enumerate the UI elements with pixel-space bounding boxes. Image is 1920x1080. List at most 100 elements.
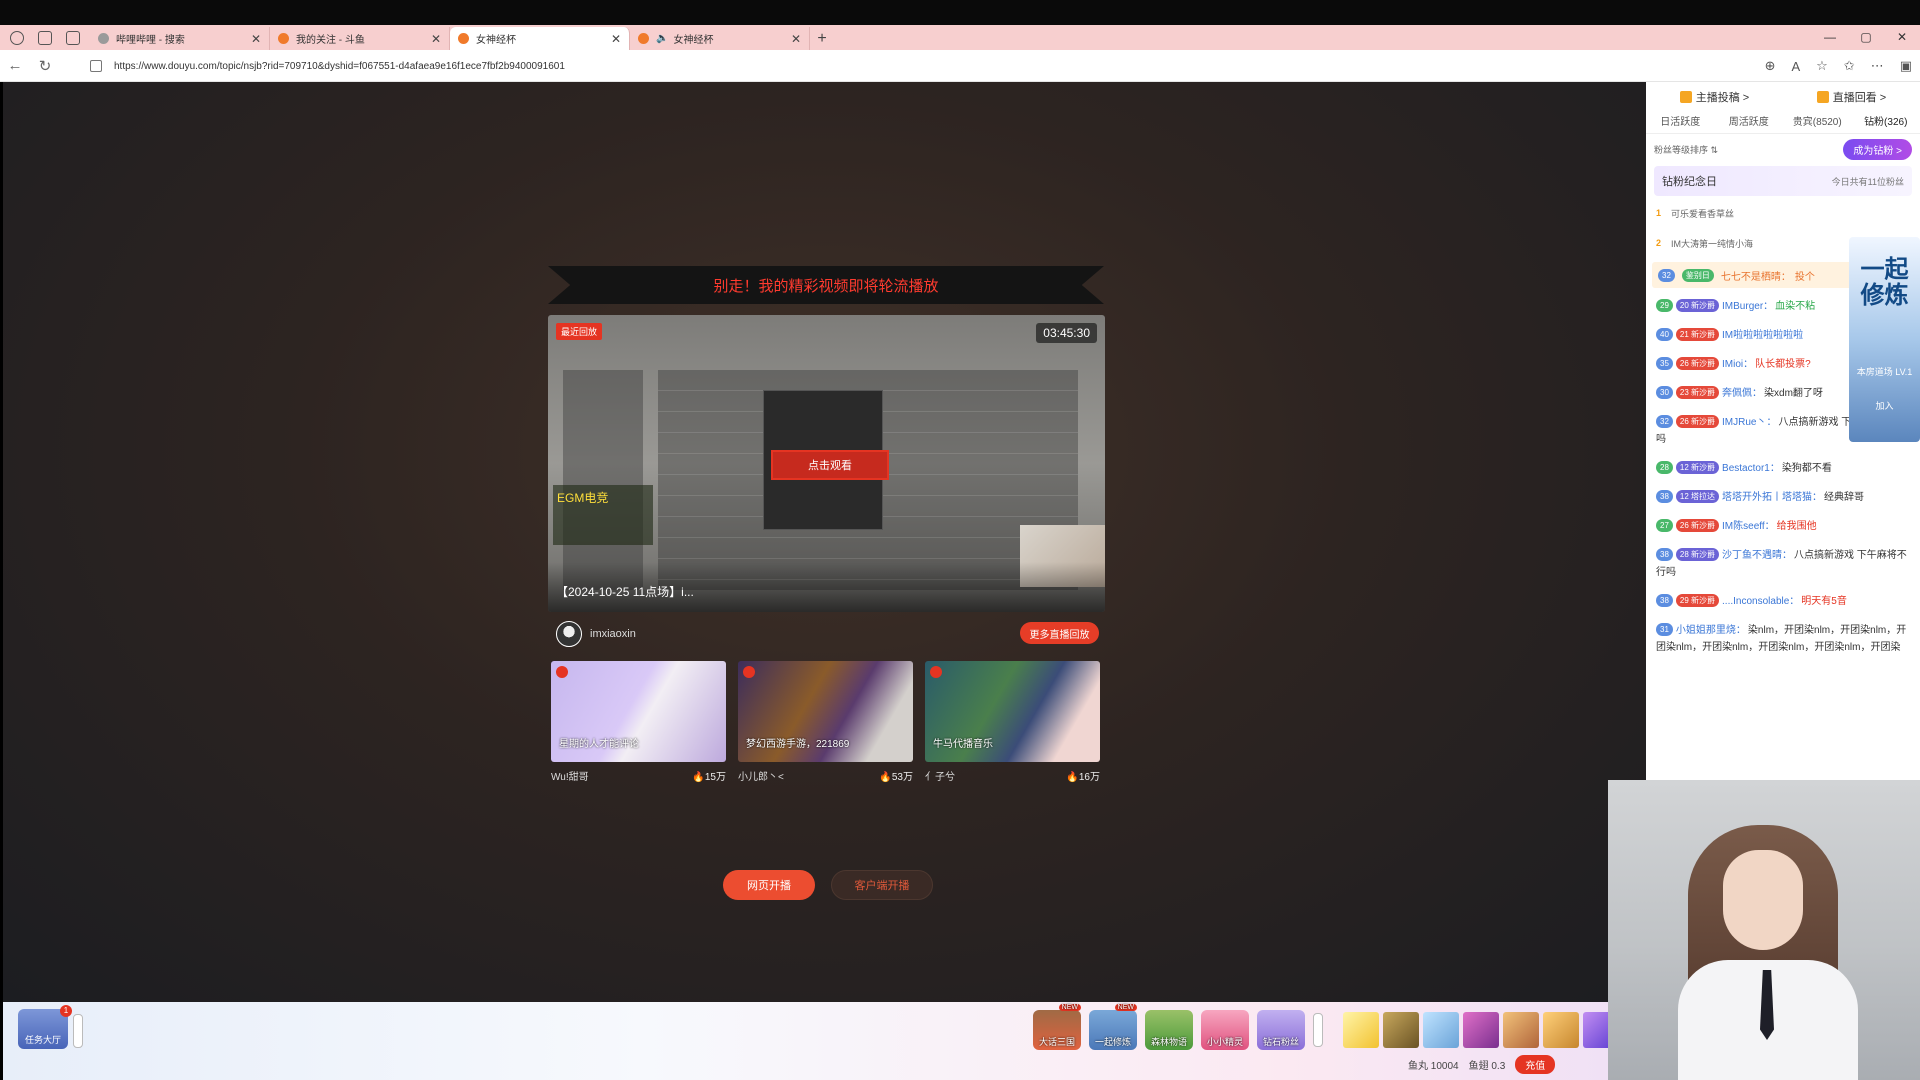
gift-item[interactable] xyxy=(1463,1012,1499,1048)
replay-icon xyxy=(1816,91,1829,103)
speaker-icon[interactable]: 🔈 xyxy=(656,33,668,44)
read-aloud-icon[interactable]: A xyxy=(1791,59,1800,74)
minimize-button[interactable]: — xyxy=(1812,25,1848,50)
streamer-name[interactable]: 亻子兮 xyxy=(925,768,955,783)
gift-item[interactable] xyxy=(1543,1012,1579,1048)
game-senlin-wuyu[interactable]: 森林物语 xyxy=(1145,1010,1193,1050)
close-icon[interactable]: ✕ xyxy=(611,32,621,46)
chat-text: 染xdm翻了呀 xyxy=(1764,388,1823,399)
tab-title: 我的关注 - 斗鱼 xyxy=(296,35,365,46)
profile-icon[interactable] xyxy=(10,30,24,45)
gift-item[interactable] xyxy=(1343,1012,1379,1048)
chat-username[interactable]: 沙丁鱼不遇晴： xyxy=(1722,550,1792,561)
fan-sort-row: 粉丝等级排序 ⇅ 成为钻粉 > xyxy=(1646,134,1920,164)
lock-icon[interactable] xyxy=(90,60,102,72)
streamer-posts-link[interactable]: 主播投稿 > xyxy=(1679,89,1749,105)
tab-actions-icon[interactable] xyxy=(66,30,80,45)
diamond-fan-anniversary[interactable]: 钻粉纪念日 今日共有11位粉丝 xyxy=(1654,166,1912,196)
chat-username[interactable]: IMioi： xyxy=(1722,359,1753,370)
close-icon[interactable]: ✕ xyxy=(431,32,441,46)
douyu-favicon-icon xyxy=(458,33,469,44)
chat-username[interactable]: IM啦啦啦啦啦啦啦 xyxy=(1722,330,1803,341)
recharge-button[interactable]: 充值 xyxy=(1515,1055,1556,1074)
room-thumbnail[interactable]: 星期的人才能评论 xyxy=(551,661,726,762)
fan-rank-row[interactable]: 1 可乐爱看香草丝 xyxy=(1646,198,1920,228)
game-yiqi-xiulian[interactable]: NEW 一起修炼 xyxy=(1089,1004,1137,1050)
room-card[interactable]: 梦幻西游手游，221869 小儿郎丶< 🔥53万 xyxy=(738,661,913,783)
video-caption[interactable]: 【2024-10-25 11点场】i... xyxy=(556,583,694,600)
browser-tab[interactable]: 我的关注 - 斗鱼 ✕ xyxy=(270,27,450,50)
streamer-name[interactable]: 小儿郎丶< xyxy=(738,768,784,783)
heat-count: 16万 xyxy=(1078,772,1100,783)
tab-diamond-fans[interactable]: 钻粉(326) xyxy=(1852,112,1920,133)
pinned-user[interactable]: 七七不是栖晴： xyxy=(1721,268,1791,283)
chat-username[interactable]: IM陈seeff： xyxy=(1722,521,1775,532)
favorites-icon[interactable]: ✩ xyxy=(1844,58,1855,74)
maximize-button[interactable]: ▢ xyxy=(1848,25,1884,50)
tab-weekly-activity[interactable]: 周活跃度 xyxy=(1715,112,1784,133)
chat-username[interactable]: IMJRue丶： xyxy=(1722,417,1776,428)
browser-tab[interactable]: 哔哩哔哩 - 搜索 ✕ xyxy=(90,27,270,50)
gift-item[interactable] xyxy=(1383,1012,1419,1048)
side-ad-title: 一起修炼 xyxy=(1860,256,1909,309)
close-icon[interactable]: ✕ xyxy=(251,32,261,46)
replay-video-player[interactable]: 点击观看 EGM电竞 最近回放 03:45:30 【2024-10-25 11点… xyxy=(548,315,1105,612)
fan-level-sort[interactable]: 粉丝等级排序 ⇅ xyxy=(1654,143,1718,156)
chat-username[interactable]: 奔佩佩： xyxy=(1722,388,1762,399)
chat-username[interactable]: 小姐姐那里烧： xyxy=(1676,625,1746,636)
game-dahua-sanguo[interactable]: NEW 大话三国 xyxy=(1033,1004,1081,1050)
collections-icon[interactable] xyxy=(38,30,52,45)
room-thumbnail[interactable]: 梦幻西游手游，221869 xyxy=(738,661,913,762)
back-arrow-icon[interactable]: ← xyxy=(0,57,30,74)
owner-name[interactable]: imxiaoxin xyxy=(590,628,636,640)
streamer-name[interactable]: Wu!甜哥 xyxy=(551,768,589,783)
watch-now-button[interactable]: 点击观看 xyxy=(771,450,889,480)
replay-link[interactable]: 直播回看 > xyxy=(1816,89,1886,105)
web-live-button[interactable]: 网页开播 xyxy=(723,870,815,900)
fan-badge: 21 新沙爵 xyxy=(1675,328,1720,341)
cultivation-side-ad[interactable]: 一起修炼 本房道场 LV.1 加入 xyxy=(1849,237,1920,442)
sidebar-toggle-icon[interactable]: ▣ xyxy=(1900,58,1912,74)
rank-name: IM大涛第一纯情小海 xyxy=(1671,238,1754,249)
replay-owner[interactable]: imxiaoxin xyxy=(556,621,636,647)
room-card[interactable]: 牛马代播音乐 亻子兮 🔥16万 xyxy=(925,661,1100,783)
fan-badge: 26 新沙爵 xyxy=(1675,415,1720,428)
task-hall-label: 任务大厅 xyxy=(24,1035,61,1045)
room-card[interactable]: 星期的人才能评论 Wu!甜哥 🔥15万 xyxy=(551,661,726,783)
chat-top-links: 主播投稿 > 直播回看 > xyxy=(1646,82,1920,112)
task-hall-button[interactable]: 任务大厅 1 xyxy=(18,1005,72,1049)
chat-username[interactable]: ....Inconsolable： xyxy=(1722,596,1799,607)
user-level-badge: 38 xyxy=(1656,548,1673,561)
browser-tab-active[interactable]: 女神经杯 ✕ xyxy=(450,27,630,50)
close-window-button[interactable]: ✕ xyxy=(1884,25,1920,50)
avatar[interactable] xyxy=(556,621,582,647)
tab-daily-activity[interactable]: 日活跃度 xyxy=(1646,112,1715,133)
zoom-icon[interactable]: ⊕ xyxy=(1765,58,1776,74)
new-tab-button[interactable]: + xyxy=(810,27,834,50)
chat-username[interactable]: 塔塔开外拓丨塔塔猫： xyxy=(1722,492,1822,503)
gift-item[interactable] xyxy=(1503,1012,1539,1048)
user-level-badge: 29 xyxy=(1656,299,1673,312)
task-expand-handle[interactable] xyxy=(73,1014,83,1048)
chat-message: 38 29 新沙爵 ....Inconsolable： 明天有5音 xyxy=(1646,587,1920,616)
browser-tab[interactable]: 🔈 女神经杯 ✕ xyxy=(630,27,810,50)
side-ad-join-button[interactable]: 加入 xyxy=(1849,393,1920,419)
client-live-button[interactable]: 客户端开播 xyxy=(831,870,933,900)
gift-item[interactable] xyxy=(1423,1012,1459,1048)
chat-message: 31 小姐姐那里烧： 染nlm，开团染nlm，开团染nlm，开团染nlm，开团染nl… xyxy=(1646,616,1920,662)
chat-username[interactable]: Bestactor1： xyxy=(1722,463,1780,474)
anniversary-title: 钻粉纪念日 xyxy=(1662,176,1717,188)
gift-panel-handle[interactable] xyxy=(1313,1013,1323,1047)
tab-vip[interactable]: 贵宾(8520) xyxy=(1783,112,1852,133)
close-icon[interactable]: ✕ xyxy=(791,32,801,46)
url-field[interactable]: https://www.douyu.com/topic/nsjb?rid=709… xyxy=(90,56,1750,76)
favorite-star-icon[interactable]: ☆ xyxy=(1816,58,1828,74)
game-zuanshi-fensi[interactable]: 钻石粉丝 xyxy=(1257,1010,1305,1050)
game-xiaoxiao-jingling[interactable]: 小小精灵 xyxy=(1201,1010,1249,1050)
room-thumbnail[interactable]: 牛马代播音乐 xyxy=(925,661,1100,762)
become-diamond-fan-button[interactable]: 成为钻粉 > xyxy=(1843,138,1912,160)
more-menu-icon[interactable]: ⋯ xyxy=(1871,58,1884,74)
chat-username[interactable]: IMBurger： xyxy=(1722,301,1773,312)
reload-icon[interactable]: ↻ xyxy=(30,57,60,75)
more-replays-button[interactable]: 更多直播回放 xyxy=(1020,622,1099,644)
